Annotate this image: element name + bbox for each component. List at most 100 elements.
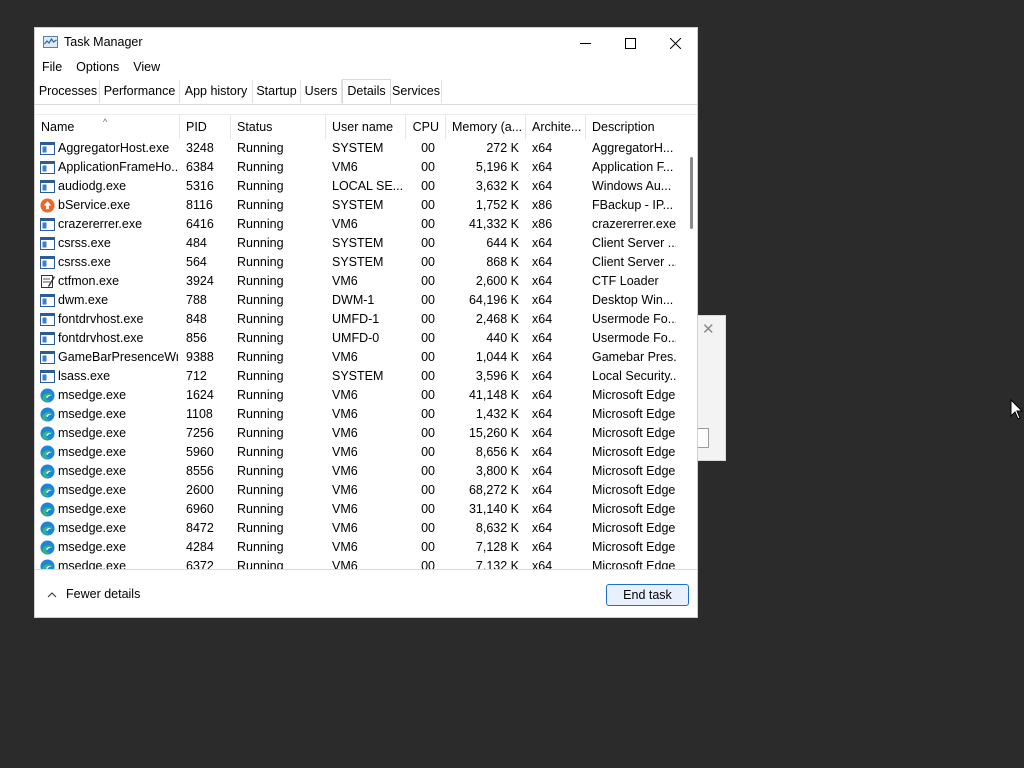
process-cpu: 00 <box>421 331 435 345</box>
table-row[interactable]: lsass.exe 712 Running SYSTEM 00 3,596 K x64 Loc… <box>35 367 680 386</box>
process-description: Gamebar Pres... <box>592 350 676 364</box>
table-row[interactable]: GameBarPresenceWr... 9388 Running VM6 00 1,04… <box>35 348 680 367</box>
process-status: Running <box>237 198 284 212</box>
table-row[interactable]: fontdrvhost.exe 856 Running UMFD-0 00 440 K x6… <box>35 329 680 348</box>
process-name: GameBarPresenceWr... <box>58 350 178 364</box>
tab-users[interactable]: Users <box>301 80 342 103</box>
table-row[interactable]: msedge.exe 1108 Running VM6 00 1,432 K x64 Micr… <box>35 405 680 424</box>
table-row[interactable]: msedge.exe 6960 Running VM6 00 31,140 K x64 Mic… <box>35 500 680 519</box>
table-row[interactable]: ApplicationFrameHo... 6384 Running VM6 00 5,1… <box>35 158 680 177</box>
table-row[interactable]: fontdrvhost.exe 848 Running UMFD-1 00 2,468 K… <box>35 310 680 329</box>
close-icon <box>669 37 681 49</box>
process-description: Client Server ... <box>592 255 676 269</box>
process-memory: 41,148 K <box>468 388 519 402</box>
column-header-cpu[interactable]: CPU <box>406 115 446 139</box>
column-header-description[interactable]: Description <box>586 115 680 139</box>
column-header-architecture[interactable]: Archite... <box>526 115 586 139</box>
close-button[interactable] <box>652 28 698 58</box>
scrollbar-thumb[interactable] <box>690 157 693 229</box>
tab-startup[interactable]: Startup <box>253 80 301 103</box>
column-header-name[interactable]: ^ Name <box>35 115 180 139</box>
process-memory: 1,432 K <box>475 407 519 421</box>
app-window-icon <box>40 255 55 270</box>
process-cpu: 00 <box>421 426 435 440</box>
table-row[interactable]: msedge.exe 8556 Running VM6 00 3,800 K x64 Micr… <box>35 462 680 481</box>
tab-processes[interactable]: Processes <box>37 80 100 103</box>
end-task-button[interactable]: End task <box>606 584 689 606</box>
tab-services[interactable]: Services <box>391 80 442 103</box>
edge-icon <box>40 426 55 441</box>
process-name: msedge.exe <box>58 445 127 459</box>
process-user: LOCAL SE... <box>332 179 404 193</box>
column-header-pid[interactable]: PID <box>180 115 231 139</box>
column-header-user-name[interactable]: User name <box>326 115 406 139</box>
menu-options[interactable]: Options <box>69 57 126 79</box>
process-status: Running <box>237 160 284 174</box>
process-cpu: 00 <box>421 388 435 402</box>
minimize-button[interactable] <box>562 28 608 58</box>
tab-app-history[interactable]: App history <box>180 80 253 103</box>
column-header-memory[interactable]: Memory (a... <box>446 115 526 139</box>
process-user: UMFD-1 <box>332 312 380 326</box>
table-row[interactable]: csrss.exe 564 Running SYSTEM 00 868 K x64 Clien… <box>35 253 680 272</box>
process-architecture: x64 <box>532 293 553 307</box>
process-memory: 644 K <box>486 236 519 250</box>
maximize-button[interactable] <box>607 28 653 58</box>
table-row[interactable]: msedge.exe 8472 Running VM6 00 8,632 K x64 Micr… <box>35 519 680 538</box>
table-row[interactable]: AggregatorHost.exe 3248 Running SYSTEM 00 272… <box>35 139 680 158</box>
process-architecture: x64 <box>532 502 553 516</box>
tab-performance[interactable]: Performance <box>100 80 180 103</box>
title-bar[interactable]: Task Manager <box>35 28 697 58</box>
process-name: msedge.exe <box>58 540 127 554</box>
process-memory: 1,044 K <box>475 350 519 364</box>
menu-view[interactable]: View <box>126 57 167 79</box>
menu-file[interactable]: File <box>35 57 69 79</box>
app-window-icon <box>40 217 55 232</box>
vertical-scrollbar[interactable] <box>681 139 697 570</box>
process-description: Desktop Win... <box>592 293 674 307</box>
process-status: Running <box>237 445 284 459</box>
column-header-status[interactable]: Status <box>231 115 326 139</box>
process-pid: 3924 <box>186 274 214 288</box>
table-row[interactable]: msedge.exe 2600 Running VM6 00 68,272 K x64 Mic… <box>35 481 680 500</box>
process-description: Usermode Fo... <box>592 331 676 345</box>
mouse-cursor-icon <box>1010 399 1024 420</box>
app-window-icon <box>40 293 55 308</box>
process-description: Microsoft Edge <box>592 540 676 554</box>
table-row[interactable]: msedge.exe 7256 Running VM6 00 15,260 K x64 Mic… <box>35 424 680 443</box>
edge-icon <box>40 521 55 536</box>
process-architecture: x64 <box>532 255 553 269</box>
process-user: SYSTEM <box>332 141 384 155</box>
dialog-button-fragment[interactable] <box>697 428 709 448</box>
process-pid: 7256 <box>186 426 214 440</box>
process-architecture: x64 <box>532 331 553 345</box>
close-icon[interactable]: ✕ <box>702 322 715 338</box>
edge-icon <box>40 388 55 403</box>
process-cpu: 00 <box>421 255 435 269</box>
table-row[interactable]: msedge.exe 4284 Running VM6 00 7,128 K x64 Micr… <box>35 538 680 557</box>
table-row[interactable]: bService.exe 8116 Running SYSTEM 00 1,752 K x8… <box>35 196 680 215</box>
process-status: Running <box>237 236 284 250</box>
table-row[interactable]: csrss.exe 484 Running SYSTEM 00 644 K x64 Clien… <box>35 234 680 253</box>
table-row[interactable]: msedge.exe 1624 Running VM6 00 41,148 K x64 Mic… <box>35 386 680 405</box>
process-name: ApplicationFrameHo... <box>58 160 178 174</box>
table-row[interactable]: dwm.exe 788 Running DWM-1 00 64,196 K x64 Deskt… <box>35 291 680 310</box>
process-cpu: 00 <box>421 483 435 497</box>
table-row[interactable]: msedge.exe 5960 Running VM6 00 8,656 K x64 Micr… <box>35 443 680 462</box>
sort-ascending-icon: ^ <box>103 117 108 127</box>
tab-details[interactable]: Details <box>342 79 391 104</box>
app-window-icon <box>40 141 55 156</box>
process-user: VM6 <box>332 464 358 478</box>
process-name: msedge.exe <box>58 483 127 497</box>
process-pid: 848 <box>186 312 207 326</box>
table-row[interactable]: crazererrer.exe 6416 Running VM6 00 41,332 K x… <box>35 215 680 234</box>
process-description: Microsoft Edge <box>592 445 676 459</box>
table-row[interactable]: ctfmon.exe 3924 Running VM6 00 2,600 K x64 CTF … <box>35 272 680 291</box>
fewer-details-button[interactable]: Fewer details <box>47 587 140 601</box>
process-status: Running <box>237 141 284 155</box>
process-pid: 856 <box>186 331 207 345</box>
process-architecture: x64 <box>532 312 553 326</box>
table-row[interactable]: audiodg.exe 5316 Running LOCAL SE... 00 3,632… <box>35 177 680 196</box>
process-pid: 788 <box>186 293 207 307</box>
process-memory: 3,800 K <box>475 464 519 478</box>
